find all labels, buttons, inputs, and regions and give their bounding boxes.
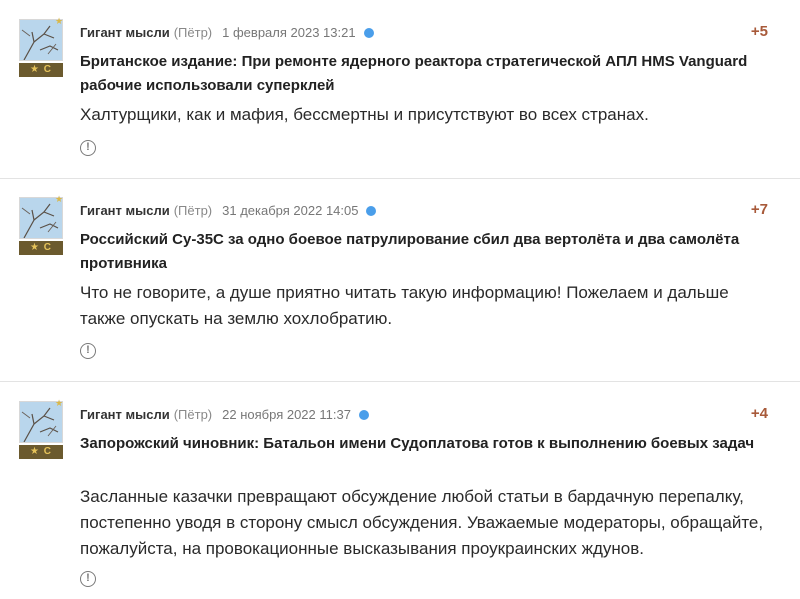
comment-text: Засланные казачки превращают обсуждение … <box>80 487 764 558</box>
rank-badge: ★ С <box>19 241 63 255</box>
author-real-name: (Пётр) <box>173 203 213 218</box>
comment-date[interactable]: 22 ноября 2022 11:37 <box>222 407 351 422</box>
comment-item: ★ ★ С Гигант мысли (Пётр) 31 декабря 2022 … <box>0 178 800 382</box>
author-name[interactable]: Гигант мысли <box>80 25 170 40</box>
comment-meta: Гигант мысли (Пётр) 31 декабря 2022 14:05 <box>80 202 377 220</box>
article-title-link[interactable]: Запорожский чиновник: Батальон имени Суд… <box>80 432 760 456</box>
author-name[interactable]: Гигант мысли <box>80 407 170 422</box>
online-status-icon <box>366 206 377 216</box>
avatar-block[interactable]: ★ ★ С <box>19 194 64 255</box>
star-icon: ★ <box>55 398 64 408</box>
comment-rating: +7 <box>750 201 768 218</box>
rank-badge: ★ С <box>19 445 63 459</box>
comment-meta: Гигант мысли (Пётр) 22 ноября 2022 11:37 <box>80 406 369 424</box>
avatar-block[interactable]: ★ ★ С <box>19 16 64 77</box>
article-title-link[interactable]: Российский Су-35С за одно боевое патрули… <box>80 228 760 276</box>
report-icon[interactable]: ! <box>80 571 96 587</box>
online-status-icon <box>358 410 369 420</box>
comment-rating: +5 <box>750 23 768 40</box>
comment-text: Халтурщики, как и мафия, бессмертны и пр… <box>80 105 649 124</box>
comment-date[interactable]: 31 декабря 2022 14:05 <box>222 203 358 218</box>
report-icon[interactable]: ! <box>80 343 96 359</box>
comment-item: ★ ★ С Гигант мысли (Пётр) 22 ноября 2022 1… <box>0 382 800 599</box>
author-real-name: (Пётр) <box>173 407 213 422</box>
online-status-icon <box>363 28 374 38</box>
rank-badge: ★ С <box>19 63 63 77</box>
article-title-link[interactable]: Британское издание: При ремонте ядерного… <box>80 50 760 98</box>
comment-rating: +4 <box>750 405 768 422</box>
avatar-block[interactable]: ★ ★ С <box>19 398 64 459</box>
star-icon: ★ <box>55 194 64 204</box>
comment-date[interactable]: 1 февраля 2023 13:21 <box>222 25 355 40</box>
comment-text: Что не говорите, а душе приятно читать т… <box>80 283 729 328</box>
star-icon: ★ <box>55 16 64 26</box>
report-icon[interactable]: ! <box>80 140 96 156</box>
author-name[interactable]: Гигант мысли <box>80 203 170 218</box>
comment-item: ★ ★ С Гигант мысли (Пётр) 1 февраля 2023 1… <box>0 0 800 178</box>
author-real-name: (Пётр) <box>173 25 213 40</box>
comment-meta: Гигант мысли (Пётр) 1 февраля 2023 13:21 <box>80 24 374 42</box>
